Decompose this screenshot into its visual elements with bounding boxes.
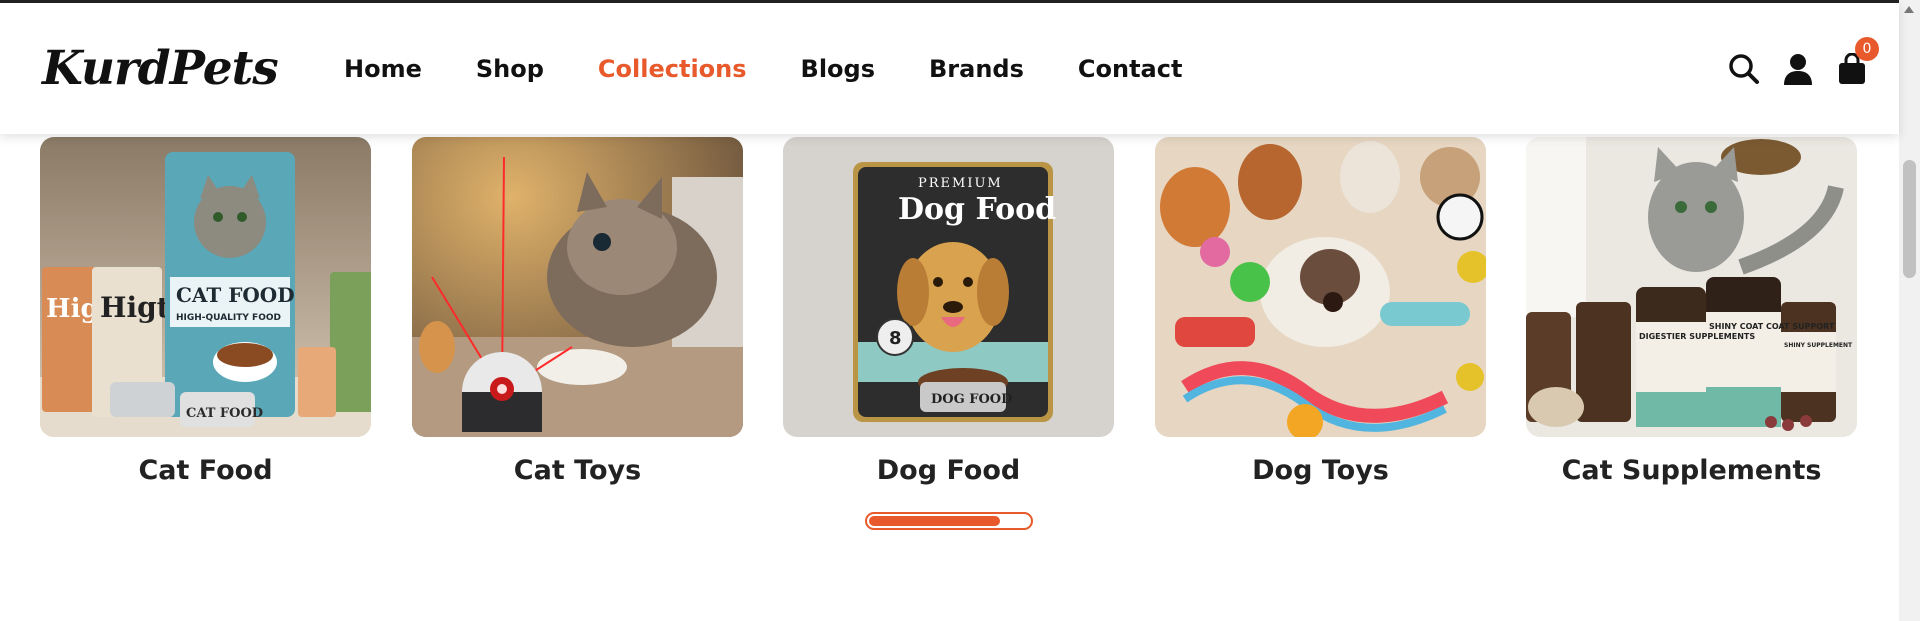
dog-food-image[interactable]: PREMIUM Dog Food 8 DOG FOOD bbox=[783, 137, 1114, 437]
svg-text:CAT FOOD: CAT FOOD bbox=[186, 406, 263, 421]
svg-text:PREMIUM: PREMIUM bbox=[918, 176, 1003, 191]
carousel-progress-bar[interactable] bbox=[865, 512, 1033, 530]
svg-text:DIGESTIER SUPPLEMENTS: DIGESTIER SUPPLEMENTS bbox=[1639, 332, 1755, 341]
scroll-up-arrow-icon[interactable] bbox=[1904, 6, 1914, 13]
site-logo[interactable]: KurdPets bbox=[42, 41, 279, 96]
cat-toys-image[interactable] bbox=[412, 137, 743, 437]
svg-text:Higt: Higt bbox=[100, 291, 170, 324]
nav-home[interactable]: Home bbox=[344, 55, 422, 83]
dog-toys-image[interactable] bbox=[1155, 137, 1486, 437]
collection-card-dog-toys[interactable]: Dog Toys bbox=[1155, 137, 1486, 486]
nav-blogs[interactable]: Blogs bbox=[801, 55, 875, 83]
scrollbar-thumb[interactable] bbox=[1903, 160, 1916, 278]
collection-card-cat-food[interactable]: Higt Higt CAT FOOD HIGH-QUALITY FOOD CAT… bbox=[40, 137, 371, 486]
svg-text:DOG FOOD: DOG FOOD bbox=[931, 392, 1012, 407]
svg-text:8: 8 bbox=[889, 328, 902, 349]
search-icon[interactable] bbox=[1727, 51, 1761, 87]
header-actions: 0 bbox=[1727, 37, 1879, 87]
main-nav: Home Shop Collections Blogs Brands Conta… bbox=[344, 55, 1182, 83]
svg-text:Dog Food: Dog Food bbox=[898, 192, 1056, 227]
svg-text:SHINY SUPPLEMENT: SHINY SUPPLEMENT bbox=[1784, 342, 1853, 349]
svg-text:CAT FOOD: CAT FOOD bbox=[176, 283, 295, 307]
cart-count-badge: 0 bbox=[1855, 37, 1879, 61]
collection-title[interactable]: Dog Toys bbox=[1155, 455, 1486, 486]
collection-title[interactable]: Cat Supplements bbox=[1526, 455, 1857, 486]
nav-contact[interactable]: Contact bbox=[1078, 55, 1183, 83]
nav-collections[interactable]: Collections bbox=[598, 55, 747, 83]
carousel-progress-fill bbox=[869, 516, 1000, 526]
collection-card-cat-supplements[interactable]: DIGESTIER SUPPLEMENTS SHINY COAT COAT SU… bbox=[1526, 137, 1857, 486]
user-icon[interactable] bbox=[1781, 51, 1815, 87]
collection-card-cat-toys[interactable]: Cat Toys bbox=[412, 137, 743, 486]
collection-title[interactable]: Cat Toys bbox=[412, 455, 743, 486]
nav-brands[interactable]: Brands bbox=[929, 55, 1024, 83]
nav-shop[interactable]: Shop bbox=[476, 55, 544, 83]
shopping-bag-icon[interactable]: 0 bbox=[1835, 37, 1879, 87]
site-header: KurdPets Home Shop Collections Blogs Bra… bbox=[0, 3, 1899, 134]
collection-title[interactable]: Cat Food bbox=[40, 455, 371, 486]
cat-supplements-image[interactable]: DIGESTIER SUPPLEMENTS SHINY COAT COAT SU… bbox=[1526, 137, 1857, 437]
svg-text:HIGH-QUALITY FOOD: HIGH-QUALITY FOOD bbox=[176, 313, 281, 323]
collection-title[interactable]: Dog Food bbox=[783, 455, 1114, 486]
cat-food-image[interactable]: Higt Higt CAT FOOD HIGH-QUALITY FOOD CAT… bbox=[40, 137, 371, 437]
collection-card-dog-food[interactable]: PREMIUM Dog Food 8 DOG FOOD Dog Food bbox=[783, 137, 1114, 486]
svg-text:SHINY COAT COAT SUPPORT: SHINY COAT COAT SUPPORT bbox=[1709, 322, 1835, 331]
page-scrollbar[interactable] bbox=[1899, 0, 1920, 621]
